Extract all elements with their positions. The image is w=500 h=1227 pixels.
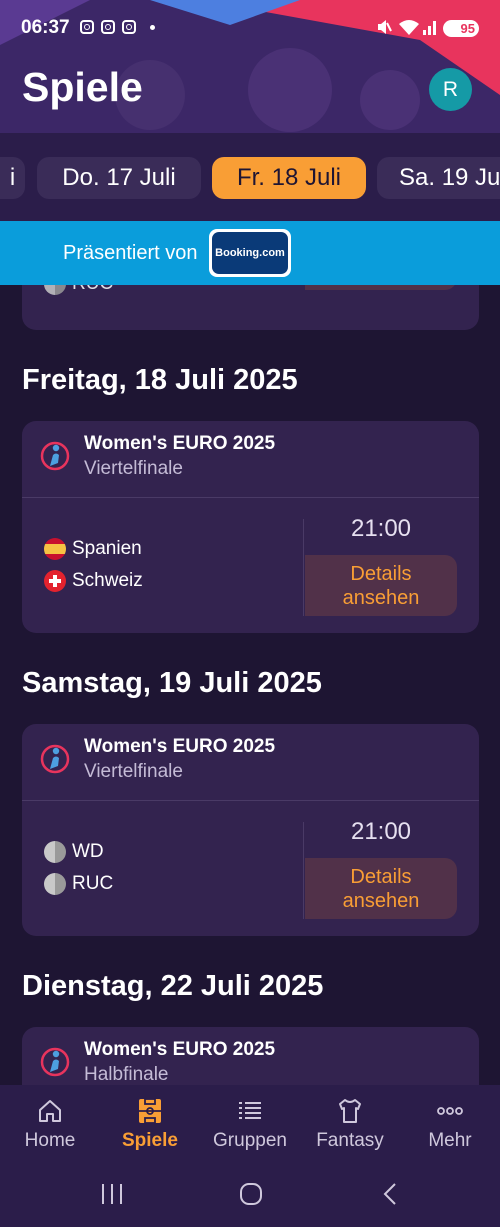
notification-dot xyxy=(150,25,155,30)
competition-name: Women's EURO 2025 xyxy=(84,736,276,757)
back-icon[interactable] xyxy=(381,1183,401,1205)
divider xyxy=(22,497,479,498)
status-bar: 06:37 95 xyxy=(0,0,500,56)
booking-logo: Booking.com xyxy=(212,232,288,274)
spain-flag-icon xyxy=(44,538,66,560)
day-heading: Freitag, 18 Juli 2025 xyxy=(22,364,298,396)
team-home: WD xyxy=(44,841,104,863)
more-icon xyxy=(437,1107,463,1115)
recent-apps-icon[interactable] xyxy=(100,1183,124,1205)
match-list: RUC ansehen Freitag, 18 Juli 2025 Women'… xyxy=(0,285,500,1085)
divider xyxy=(22,800,479,801)
signal-icon xyxy=(423,21,436,35)
tab-date-prev[interactable]: i xyxy=(0,157,25,199)
competition-logo-icon xyxy=(40,744,70,774)
avatar[interactable]: R xyxy=(429,68,472,111)
divider xyxy=(303,519,304,616)
match-card[interactable]: Women's EURO 2025 Halbfinale xyxy=(22,1027,479,1085)
competition-name: Women's EURO 2025 xyxy=(84,433,276,454)
day-heading: Dienstag, 22 Juli 2025 xyxy=(22,970,324,1002)
instagram-icon xyxy=(80,20,94,34)
details-button[interactable]: Details ansehen xyxy=(305,858,457,919)
day-heading: Samstag, 19 Juli 2025 xyxy=(22,667,322,699)
list-icon xyxy=(239,1102,261,1119)
tab-date-19-juli[interactable]: Sa. 19 Ju xyxy=(377,157,500,199)
competition-stage: Halbfinale xyxy=(84,1064,169,1085)
instagram-icon xyxy=(122,20,136,34)
team-away: RUC xyxy=(44,873,113,895)
date-tabs: i Do. 17 Juli Fr. 18 Juli Sa. 19 Ju xyxy=(0,133,500,221)
divider xyxy=(303,822,304,919)
nav-mehr[interactable]: Mehr xyxy=(400,1085,500,1161)
home-button-icon[interactable] xyxy=(239,1183,263,1205)
competition-name: Women's EURO 2025 xyxy=(84,1039,276,1060)
nav-spiele[interactable]: Spiele xyxy=(100,1085,200,1161)
instagram-icon xyxy=(101,20,115,34)
team-home: Spanien xyxy=(44,538,142,560)
details-button[interactable]: ansehen xyxy=(305,285,457,290)
match-card[interactable]: Women's EURO 2025 Viertelfinale WD RUC 2… xyxy=(22,724,479,936)
status-time: 06:37 xyxy=(21,17,70,38)
placeholder-flag-icon xyxy=(44,873,66,895)
team-away: Schweiz xyxy=(44,570,143,592)
nav-home[interactable]: Home xyxy=(0,1085,100,1161)
nav-gruppen[interactable]: Gruppen xyxy=(200,1085,300,1161)
match-card[interactable]: Women's EURO 2025 Viertelfinale Spanien … xyxy=(22,421,479,633)
competition-logo-icon xyxy=(40,1047,70,1077)
placeholder-flag-icon xyxy=(44,841,66,863)
bottom-navigation: Home Spiele Gruppen Fantasy Mehr xyxy=(0,1085,500,1161)
tab-date-18-juli[interactable]: Fr. 18 Juli xyxy=(212,157,366,199)
flag-icon xyxy=(44,285,66,295)
match-time: 21:00 xyxy=(350,515,412,542)
page-title: Spiele xyxy=(22,64,143,110)
home-icon xyxy=(39,1100,61,1122)
team-away: RUC xyxy=(44,285,113,295)
jersey-icon xyxy=(339,1099,361,1123)
match-card-partial[interactable]: RUC ansehen xyxy=(22,285,479,330)
tab-date-17-juli[interactable]: Do. 17 Juli xyxy=(37,157,201,199)
sponsor-text: Präsentiert von xyxy=(63,242,198,264)
match-time: 21:00 xyxy=(350,818,412,845)
competition-stage: Viertelfinale xyxy=(84,761,183,782)
switzerland-flag-icon xyxy=(44,570,66,592)
system-navigation-bar xyxy=(0,1161,500,1227)
wifi-icon xyxy=(399,20,419,35)
app-header: 06:37 95 Spiele R xyxy=(0,0,500,133)
competition-logo-icon xyxy=(40,441,70,471)
battery-indicator: 95 xyxy=(443,20,479,37)
pitch-icon xyxy=(139,1098,161,1124)
mute-icon xyxy=(378,20,392,34)
nav-fantasy[interactable]: Fantasy xyxy=(300,1085,400,1161)
competition-stage: Viertelfinale xyxy=(84,458,183,479)
details-button[interactable]: Details ansehen xyxy=(305,555,457,616)
